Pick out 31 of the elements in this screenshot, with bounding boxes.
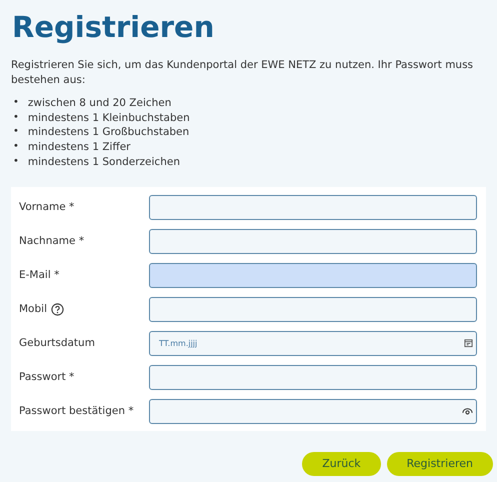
bullet: • [13, 96, 19, 110]
field-label: Vorname * [19, 201, 74, 214]
requirement-item: mindestens 1 Großbuchstaben [28, 125, 190, 140]
input-field[interactable] [149, 194, 477, 220]
input-field[interactable] [149, 228, 477, 254]
bullet: • [13, 154, 19, 169]
help-icon[interactable] [50, 302, 64, 316]
calendar-icon[interactable] [464, 338, 473, 348]
eye-icon[interactable] [462, 407, 473, 416]
bullet: • [13, 110, 19, 125]
field-label: Passwort * [19, 371, 74, 384]
input-field[interactable] [149, 296, 477, 322]
input-field[interactable] [149, 262, 477, 288]
input-field[interactable] [149, 364, 477, 390]
field-label: Geburtsdatum [19, 337, 95, 350]
requirement-item: zwischen 8 und 20 Zeichen [28, 96, 172, 111]
back-button[interactable]: Zurück [302, 452, 381, 476]
input-field[interactable] [149, 398, 477, 424]
register-button[interactable]: Registrieren [386, 452, 493, 476]
field-label: E-Mail * [19, 269, 60, 282]
requirement-item: mindestens 1 Ziffer [28, 140, 130, 155]
input-field[interactable]: TT.mm.jjjj [149, 330, 477, 356]
page-title: Registrieren [12, 9, 216, 46]
bullet: • [13, 140, 19, 154]
requirement-item: mindestens 1 Kleinbuchstaben [28, 110, 190, 126]
requirement-item: mindestens 1 Sonderzeichen [28, 154, 180, 170]
field-label: Passwort bestätigen * [19, 405, 134, 418]
field-label: Mobil [19, 303, 47, 316]
bullet: • [13, 125, 19, 140]
intro-text: Registrieren Sie sich, um das Kundenportal der EWE NETZ zu nutzen. Ihr Passwort muss bestehen aus: [11, 58, 474, 88]
field-label: Nachname * [19, 235, 84, 248]
